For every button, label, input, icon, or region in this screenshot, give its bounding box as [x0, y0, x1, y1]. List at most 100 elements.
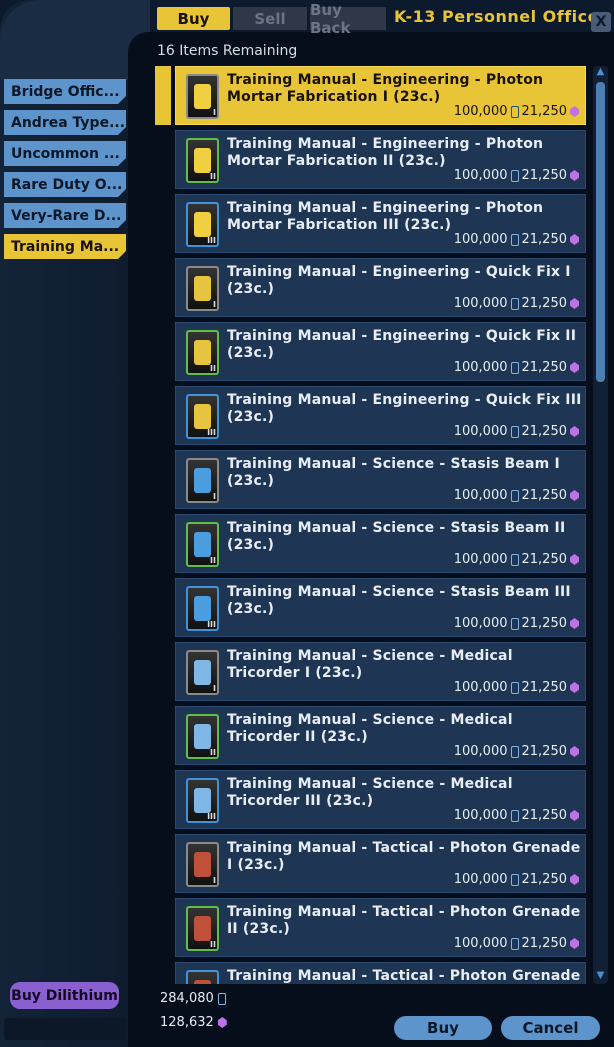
close-button[interactable]: X — [591, 12, 611, 32]
item-price: 100,000 21,250 — [454, 104, 579, 119]
item-glyph — [194, 276, 211, 301]
item-price: 100,000 21,250 — [454, 616, 579, 631]
item-name: Training Manual - Science - Medical Tric… — [227, 648, 513, 681]
category-item[interactable]: Uncommon ... — [4, 141, 126, 166]
category-item[interactable]: Rare Duty O... — [4, 172, 126, 197]
item-name: Training Manual - Science - Medical Tric… — [227, 712, 513, 745]
list-item[interactable]: I Training Manual - Science - Stasis Beam… — [175, 450, 586, 509]
energy-credit-icon — [510, 105, 519, 118]
price-ec: 100,000 — [453, 808, 508, 823]
item-name: Training Manual - Science - Stasis Beam … — [227, 520, 566, 553]
energy-credit-icon — [510, 233, 519, 246]
category-item[interactable]: Andrea Type... — [4, 110, 126, 135]
grenade-icon: III — [186, 970, 219, 984]
item-name: Training Manual - Engineering - Quick Fi… — [227, 328, 577, 361]
price-dilithium: 21,250 — [521, 104, 568, 119]
vendor-title: K-13 Personnel Officer — [394, 7, 608, 26]
list-item[interactable]: III Training Manual - Science - Medical T… — [175, 770, 586, 829]
engineer-figure-icon: I — [186, 74, 219, 119]
price-ec: 100,000 — [453, 296, 508, 311]
energy-credit-icon — [510, 809, 519, 822]
item-glyph — [194, 404, 211, 429]
item-tier: II — [210, 748, 216, 757]
item-glyph — [194, 980, 211, 984]
list-item[interactable]: I Training Manual - Tactical - Photon Gre… — [175, 834, 586, 893]
buy-button[interactable]: Buy — [394, 1016, 492, 1040]
dilithium-icon — [570, 170, 579, 181]
list-item[interactable]: III Training Manual - Engineering - Quick… — [175, 386, 586, 445]
balance-dil-value: 128,632 — [160, 1015, 214, 1030]
item-name: Training Manual - Science - Medical Tric… — [227, 776, 513, 809]
list-item[interactable]: II Training Manual - Science - Medical Tr… — [175, 706, 586, 765]
item-price: 100,000 21,250 — [454, 296, 579, 311]
item-price: 100,000 21,250 — [454, 680, 579, 695]
stasis-beam-icon: II — [186, 522, 219, 567]
category-item[interactable]: Training Ma... — [4, 234, 126, 259]
engineer-figure-icon: II — [186, 138, 219, 183]
category-item[interactable]: Bridge Offic... — [4, 79, 126, 104]
list-item[interactable]: III Training Manual - Tactical - Photon G… — [175, 962, 586, 984]
wrench-icon: III — [186, 394, 219, 439]
item-tier: I — [213, 108, 216, 117]
stasis-beam-icon: III — [186, 586, 219, 631]
list-item[interactable]: I Training Manual - Science - Medical Tri… — [175, 642, 586, 701]
item-price: 100,000 21,250 — [454, 360, 579, 375]
dilithium-icon — [570, 682, 579, 693]
list-item[interactable]: I Training Manual - Engineering - Photon … — [175, 66, 586, 125]
tab-buy[interactable]: Buy — [157, 7, 230, 30]
left-bottom-bar — [4, 1018, 126, 1040]
scroll-thumb[interactable] — [596, 82, 605, 382]
list-item[interactable]: II Training Manual - Engineering - Quick … — [175, 322, 586, 381]
item-price: 100,000 21,250 — [454, 744, 579, 759]
price-dilithium: 21,250 — [521, 744, 568, 759]
item-glyph — [194, 84, 211, 109]
price-ec: 100,000 — [453, 744, 508, 759]
wrench-icon: I — [186, 266, 219, 311]
item-price: 100,000 21,250 — [454, 488, 579, 503]
dilithium-icon — [570, 362, 579, 373]
dilithium-icon — [570, 426, 579, 437]
item-glyph — [194, 212, 211, 237]
energy-credit-icon — [510, 169, 519, 182]
energy-credit-icon — [510, 361, 519, 374]
scroll-down-icon[interactable]: ▼ — [593, 970, 608, 984]
item-name: Training Manual - Science - Stasis Beam … — [227, 584, 571, 617]
item-glyph — [194, 148, 211, 173]
cancel-button[interactable]: Cancel — [501, 1016, 600, 1040]
item-list: I Training Manual - Engineering - Photon … — [155, 66, 593, 984]
item-glyph — [194, 788, 211, 813]
energy-credit-icon — [510, 489, 519, 502]
dilithium-icon — [570, 554, 579, 565]
energy-credit-icon — [510, 617, 519, 630]
category-item[interactable]: Very-Rare D... — [4, 203, 126, 228]
scroll-up-icon[interactable]: ▲ — [593, 66, 608, 80]
tab-sell[interactable]: Sell — [233, 7, 307, 30]
dilithium-icon — [570, 618, 579, 629]
price-dilithium: 21,250 — [521, 424, 568, 439]
engineer-figure-icon: III — [186, 202, 219, 247]
price-ec: 100,000 — [453, 488, 508, 503]
item-tier: III — [207, 236, 216, 245]
price-ec: 100,000 — [453, 872, 508, 887]
list-item[interactable]: I Training Manual - Engineering - Quick F… — [175, 258, 586, 317]
list-item[interactable]: II Training Manual - Science - Stasis Bea… — [175, 514, 586, 573]
list-item[interactable]: II Training Manual - Engineering - Photon… — [175, 130, 586, 189]
price-ec: 100,000 — [453, 616, 508, 631]
scrollbar[interactable]: ▲ ▼ — [593, 66, 608, 984]
item-glyph — [194, 532, 211, 557]
buy-dilithium-button[interactable]: Buy Dilithium — [10, 982, 119, 1009]
item-tier: I — [213, 492, 216, 501]
price-ec: 100,000 — [453, 168, 508, 183]
item-tier: II — [210, 172, 216, 181]
dilithium-icon — [570, 298, 579, 309]
list-item[interactable]: III Training Manual - Engineering - Photo… — [175, 194, 586, 253]
list-item[interactable]: II Training Manual - Tactical - Photon Gr… — [175, 898, 586, 957]
tab-buy-back[interactable]: Buy Back — [310, 1, 386, 37]
item-price: 100,000 21,250 — [454, 232, 579, 247]
energy-credit-icon — [510, 553, 519, 566]
price-ec: 100,000 — [453, 424, 508, 439]
price-dilithium: 21,250 — [521, 360, 568, 375]
item-glyph — [194, 852, 211, 877]
list-item[interactable]: III Training Manual - Science - Stasis Be… — [175, 578, 586, 637]
price-dilithium: 21,250 — [521, 488, 568, 503]
